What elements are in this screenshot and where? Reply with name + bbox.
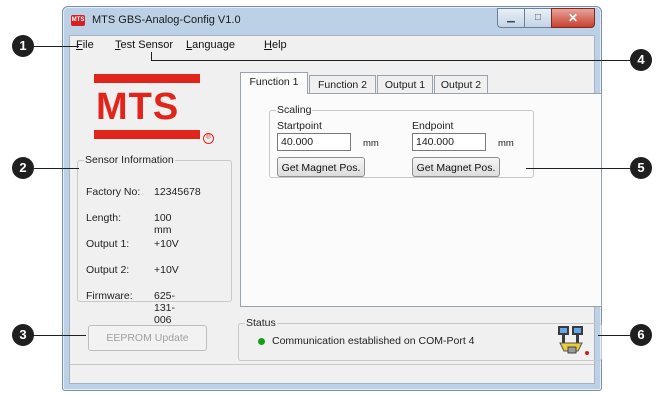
startpoint-unit: mm [363,138,379,149]
callout-2-leader [34,168,79,169]
info-row-output-1: Output 1: +10V [86,238,179,250]
tab-panel-function-1: Scaling Startpoint 40.000 mm Endpoint 14… [240,93,602,307]
callout-4-leader-v [151,52,152,60]
callout-5: 5 [630,157,652,179]
maximize-button[interactable]: □ [524,8,552,28]
app-logo-icon: MTS [71,15,85,26]
status-message: Communication established on COM-Port 4 [272,335,475,347]
caption-buttons: ▁ □ ✕ [497,8,595,28]
window-status-bar [70,364,594,383]
info-value: +10V [154,264,179,276]
callout-4: 4 [630,49,652,71]
logo-text: MTS [96,86,180,128]
info-row-factory: Factory No: 12345678 [86,186,201,198]
info-value: 625-131-006 [154,290,176,326]
logo-bar-bottom [94,130,200,139]
menu-file[interactable]: File [76,39,94,51]
start-get-magnet-button[interactable]: Get Magnet Pos. [277,157,365,177]
sensor-information-legend: Sensor Information [85,154,174,166]
status-legend: Status [246,317,276,329]
endpoint-unit: mm [498,138,514,149]
info-label: Factory No: [86,186,141,198]
info-label: Output 2: [86,264,130,276]
info-row-output-2: Output 2: +10V [86,264,179,276]
callout-3-leader [34,335,86,336]
callout-1: 1 [12,35,34,57]
info-label: Firmware: [86,290,133,302]
menu-bar: File Test Sensor Language Help [70,36,594,55]
callout-2: 2 [12,157,34,179]
endpoint-input[interactable]: 140.000 [412,133,486,151]
endpoint-label: Endpoint [412,120,454,132]
mts-logo: MTS [94,74,200,142]
eeprom-update-button[interactable]: EEPROM Update [88,325,207,351]
callout-6-leader [598,335,630,336]
close-button[interactable]: ✕ [551,8,595,28]
menu-help[interactable]: Help [264,39,287,51]
startpoint-label: Startpoint [277,120,322,132]
title-bar[interactable]: MTS MTS GBS-Analog-Config V1.0 ▁ □ ✕ [63,7,601,35]
logo-bar-top [94,74,200,83]
info-row-length: Length: 100 mm [86,212,172,236]
window-title: MTS GBS-Analog-Config V1.0 [92,14,241,26]
tab-output-2[interactable]: Output 2 [434,75,488,93]
callout-5-leader [526,168,630,169]
info-row-firmware: Firmware: 625-131-006 [86,290,175,326]
callout-4-leader [151,60,630,61]
app-window: MTS MTS GBS-Analog-Config V1.0 ▁ □ ✕ Fil… [62,6,602,391]
tab-function-1[interactable]: Function 1 [240,72,308,94]
sensor-information-group: Sensor Information Factory No: 12345678 … [77,154,232,326]
connection-led [258,338,265,345]
info-value: 12345678 [154,186,201,198]
startpoint-input[interactable]: 40.000 [277,133,351,151]
tab-output-1[interactable]: Output 1 [377,75,433,93]
network-computers-icon [558,326,589,355]
minimize-icon: ▁ [507,12,515,23]
close-icon: ✕ [567,11,579,25]
tab-function-2[interactable]: Function 2 [309,75,376,93]
info-value: 100 mm [154,212,172,236]
info-value: +10V [154,238,179,250]
registered-mark: ® [203,133,214,144]
maximize-icon: □ [534,12,542,23]
callout-1-leader [34,46,79,47]
callout-3: 3 [12,324,34,346]
minimize-button[interactable]: ▁ [497,8,525,28]
callout-6: 6 [630,324,652,346]
menu-test-sensor[interactable]: Test Sensor [115,39,173,51]
info-label: Length: [86,212,122,224]
end-get-magnet-button[interactable]: Get Magnet Pos. [412,157,500,177]
scaling-legend: Scaling [277,104,312,116]
client-area: File Test Sensor Language Help MTS ® Sen… [69,35,602,384]
menu-language[interactable]: Language [186,39,235,51]
info-label: Output 1: [86,238,130,250]
